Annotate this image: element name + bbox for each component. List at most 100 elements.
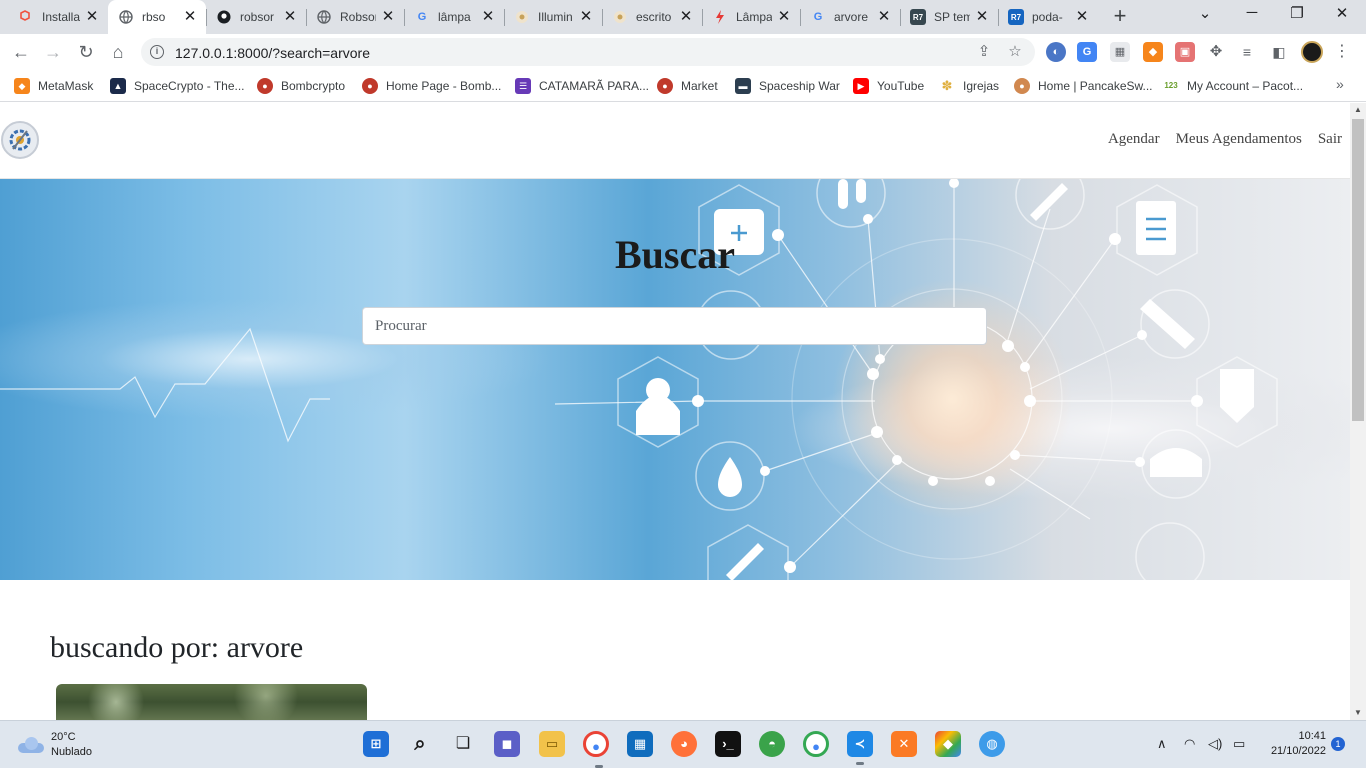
terminal-icon[interactable]: ›_ <box>715 731 741 757</box>
address-bar[interactable]: i 127.0.0.1:8000/?search=arvore ⇪ ☆ <box>141 38 1035 66</box>
profile-avatar[interactable] <box>1301 41 1323 63</box>
close-icon[interactable]: ✕ <box>282 9 298 25</box>
tab-sp-tem[interactable]: R7 SP tem ✕ <box>900 0 998 34</box>
bookmark-catamara[interactable]: ☰ CATAMARÃ PARA... <box>515 76 649 96</box>
forward-button[interactable]: → <box>41 40 65 64</box>
site-nav: Agendar Meus Agendamentos Sair <box>1108 131 1342 148</box>
home-button[interactable]: ⌂ <box>106 40 130 64</box>
close-icon[interactable]: ✕ <box>84 9 100 25</box>
notification-badge[interactable]: 1 <box>1331 737 1345 751</box>
tab-lampada[interactable]: Lâmpa ✕ <box>702 0 800 34</box>
scrollbar-thumb[interactable] <box>1352 119 1364 421</box>
tab-arvore-google[interactable]: G arvore ✕ <box>800 0 900 34</box>
hero-title: Buscar <box>615 232 735 277</box>
url-text[interactable]: 127.0.0.1:8000/?search=arvore <box>175 45 370 61</box>
bookmark-bombcrypto[interactable]: ● Bombcrypto <box>257 76 345 96</box>
nav-meus-agendamentos[interactable]: Meus Agendamentos <box>1176 131 1302 148</box>
share-icon[interactable]: ⇪ <box>975 43 993 61</box>
tab-illumin[interactable]: Illumin ✕ <box>504 0 602 34</box>
wifi-icon[interactable]: ◠ <box>1184 736 1195 752</box>
bookmark-spacecrypto[interactable]: ▲ SpaceCrypto - The... <box>110 76 245 96</box>
globe-app-icon[interactable]: ◍ <box>979 731 1005 757</box>
xampp-icon[interactable]: ✕ <box>891 731 917 757</box>
close-icon[interactable]: ✕ <box>480 9 496 25</box>
extension-blank-icon[interactable]: ▦ <box>1110 42 1130 62</box>
system-clock[interactable]: 10:41 21/10/2022 <box>1262 729 1326 759</box>
new-tab-button[interactable]: + <box>1108 5 1132 29</box>
tab-strip: Installa ✕ rbso ✕ robsor ✕ Robsor ✕ G lâ… <box>0 0 1366 34</box>
chevron-right-icon[interactable]: » <box>1336 76 1344 92</box>
bookmark-youtube[interactable]: ▶ YouTube <box>853 76 924 96</box>
tab-poda[interactable]: R7 poda- ✕ <box>998 0 1098 34</box>
scroll-up-arrow-icon[interactable]: ▲ <box>1350 103 1366 117</box>
side-panel-icon[interactable]: ◧ <box>1269 42 1289 62</box>
extension-opera-icon[interactable]: ◐ <box>1046 42 1066 62</box>
pancake-icon: ● <box>1014 78 1030 94</box>
close-icon[interactable]: ✕ <box>1074 9 1090 25</box>
site-logo[interactable] <box>1 121 39 159</box>
chrome-icon[interactable]: ● <box>583 731 609 768</box>
close-window-button[interactable]: ✕ <box>1328 4 1356 26</box>
chrome-secondary-icon[interactable]: ● <box>803 731 829 757</box>
extension-screen-icon[interactable]: ▣ <box>1175 42 1195 62</box>
close-icon[interactable]: ✕ <box>678 9 694 25</box>
extensions-puzzle-icon[interactable]: ✥ <box>1206 42 1226 62</box>
restore-button[interactable]: ❐ <box>1283 4 1311 26</box>
microsoft-store-icon[interactable]: ▦ <box>627 731 653 757</box>
task-view-icon[interactable]: ❏ <box>450 731 476 757</box>
media-queue-icon[interactable]: ≡ <box>1237 42 1257 62</box>
tab-installa[interactable]: Installa ✕ <box>8 0 108 34</box>
scroll-down-arrow-icon[interactable]: ▼ <box>1350 706 1366 720</box>
tab-robsor-github[interactable]: robsor ✕ <box>206 0 306 34</box>
gemini-app-icon[interactable]: ◆ <box>935 731 961 757</box>
bookmark-spaceship-war[interactable]: ▬ Spaceship War <box>735 76 840 96</box>
close-icon[interactable]: ✕ <box>182 9 198 25</box>
kebab-menu-icon[interactable]: ⋮ <box>1334 42 1350 62</box>
search-icon[interactable]: ⌕ <box>407 731 433 757</box>
bookmark-star-icon[interactable]: ☆ <box>1006 43 1024 61</box>
site-icon <box>514 9 530 25</box>
back-button[interactable]: ← <box>9 40 33 64</box>
close-icon[interactable]: ✕ <box>578 9 594 25</box>
search-input[interactable] <box>362 307 987 345</box>
page-scrollbar[interactable]: ▲ ▼ <box>1350 103 1366 720</box>
result-card-image[interactable] <box>56 684 367 720</box>
chevron-up-icon[interactable]: ∧ <box>1157 736 1167 752</box>
tab-robsor[interactable]: Robsor ✕ <box>306 0 404 34</box>
nav-sair[interactable]: Sair <box>1318 131 1342 148</box>
clock-time: 10:41 <box>1298 730 1326 742</box>
bookmark-pancakeswap[interactable]: ● Home | PancakeSw... <box>1014 76 1153 96</box>
tab-search-chevron-icon[interactable]: ⌄ <box>1191 4 1219 26</box>
metamask-icon[interactable]: ◆ <box>1143 42 1163 62</box>
forms-icon: ☰ <box>515 78 531 94</box>
spring-tool-icon[interactable]: ◓ <box>759 731 785 757</box>
vscode-icon[interactable]: ≺ <box>847 731 873 765</box>
tab-rbso[interactable]: rbso ✕ <box>108 0 206 34</box>
firefox-icon[interactable]: ◕ <box>671 731 697 757</box>
minimize-button[interactable]: ─ <box>1238 4 1266 26</box>
file-explorer-icon[interactable]: ▭ <box>539 731 565 757</box>
windows-start-icon[interactable]: ⊞ <box>363 731 389 757</box>
google-translate-icon[interactable]: G <box>1077 42 1097 62</box>
reload-button[interactable]: ↻ <box>74 40 98 64</box>
info-icon[interactable]: i <box>150 45 164 59</box>
r7-icon: R7 <box>910 9 926 25</box>
weather-widget[interactable]: 20°C Nublado <box>18 730 92 760</box>
bookmark-market[interactable]: ● Market <box>657 76 718 96</box>
close-icon[interactable]: ✕ <box>380 9 396 25</box>
battery-icon[interactable]: ▭ <box>1233 736 1245 752</box>
bookmark-home-page-bomb[interactable]: ● Home Page - Bomb... <box>362 76 501 96</box>
tab-escrito[interactable]: escrito ✕ <box>602 0 702 34</box>
bombcrypto-icon: ● <box>657 78 673 94</box>
close-icon[interactable]: ✕ <box>776 9 792 25</box>
close-icon[interactable]: ✕ <box>974 9 990 25</box>
teams-chat-icon[interactable]: ◼ <box>494 731 520 757</box>
weather-temperature: 20°C <box>51 731 76 743</box>
bookmark-metamask[interactable]: ◆ MetaMask <box>14 76 93 96</box>
volume-icon[interactable]: ◁) <box>1208 736 1222 752</box>
nav-agendar[interactable]: Agendar <box>1108 131 1160 148</box>
bookmark-my-account[interactable]: 123 My Account – Pacot... <box>1163 76 1303 96</box>
close-icon[interactable]: ✕ <box>876 9 892 25</box>
bookmark-igrejas[interactable]: ✽ Igrejas <box>939 76 999 96</box>
tab-lampada-google[interactable]: G lâmpa ✕ <box>404 0 504 34</box>
